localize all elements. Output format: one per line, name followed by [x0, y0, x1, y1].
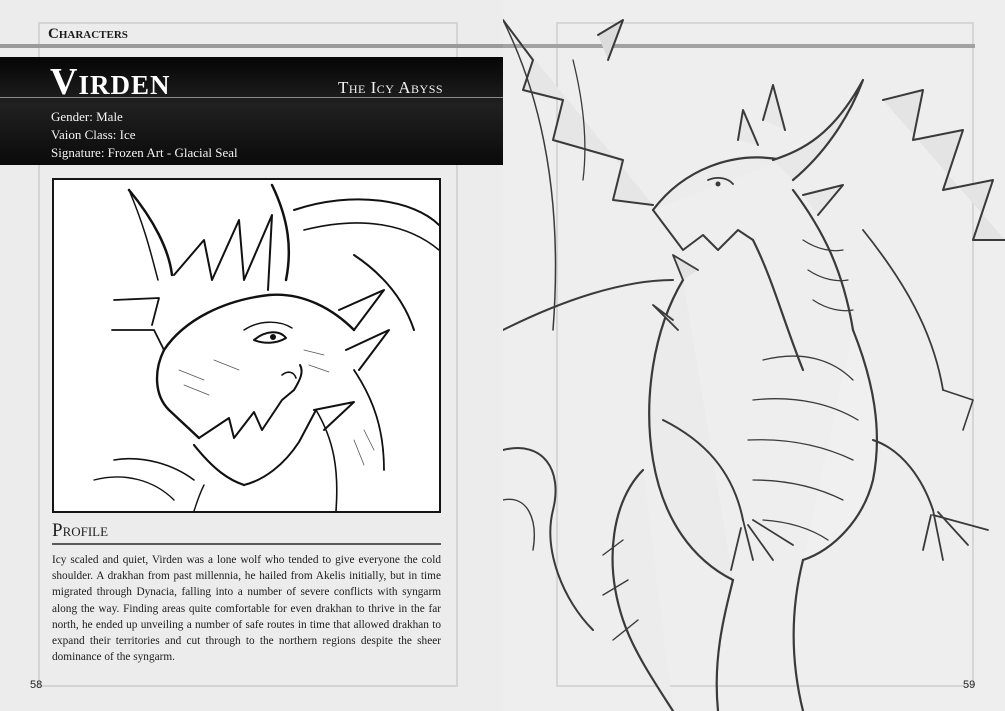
page-number-left: 58 — [30, 679, 43, 691]
character-portrait — [52, 178, 441, 513]
section-title: Characters — [48, 26, 128, 42]
page-number-right: 59 — [963, 679, 976, 691]
dragon-illustration — [503, 0, 1005, 711]
character-stats: Gender: Male Vaion Class: Ice Signature:… — [51, 108, 238, 162]
left-page: Characters Virden The Icy Abyss Gender: … — [0, 0, 503, 711]
right-page: 59 — [503, 0, 1005, 711]
stat-gender: Gender: Male — [51, 109, 123, 124]
character-name: Virden — [50, 61, 171, 103]
profile-divider — [52, 543, 441, 545]
stat-signature: Signature: Frozen Art - Glacial Seal — [51, 145, 238, 160]
banner-divider — [0, 97, 503, 98]
header-rule — [0, 44, 503, 48]
profile-heading: Profile — [52, 520, 109, 541]
character-title: The Icy Abyss — [338, 78, 444, 97]
profile-text: Icy scaled and quiet, Virden was a lone … — [52, 554, 441, 664]
stat-vaion-class: Vaion Class: Ice — [51, 127, 136, 142]
